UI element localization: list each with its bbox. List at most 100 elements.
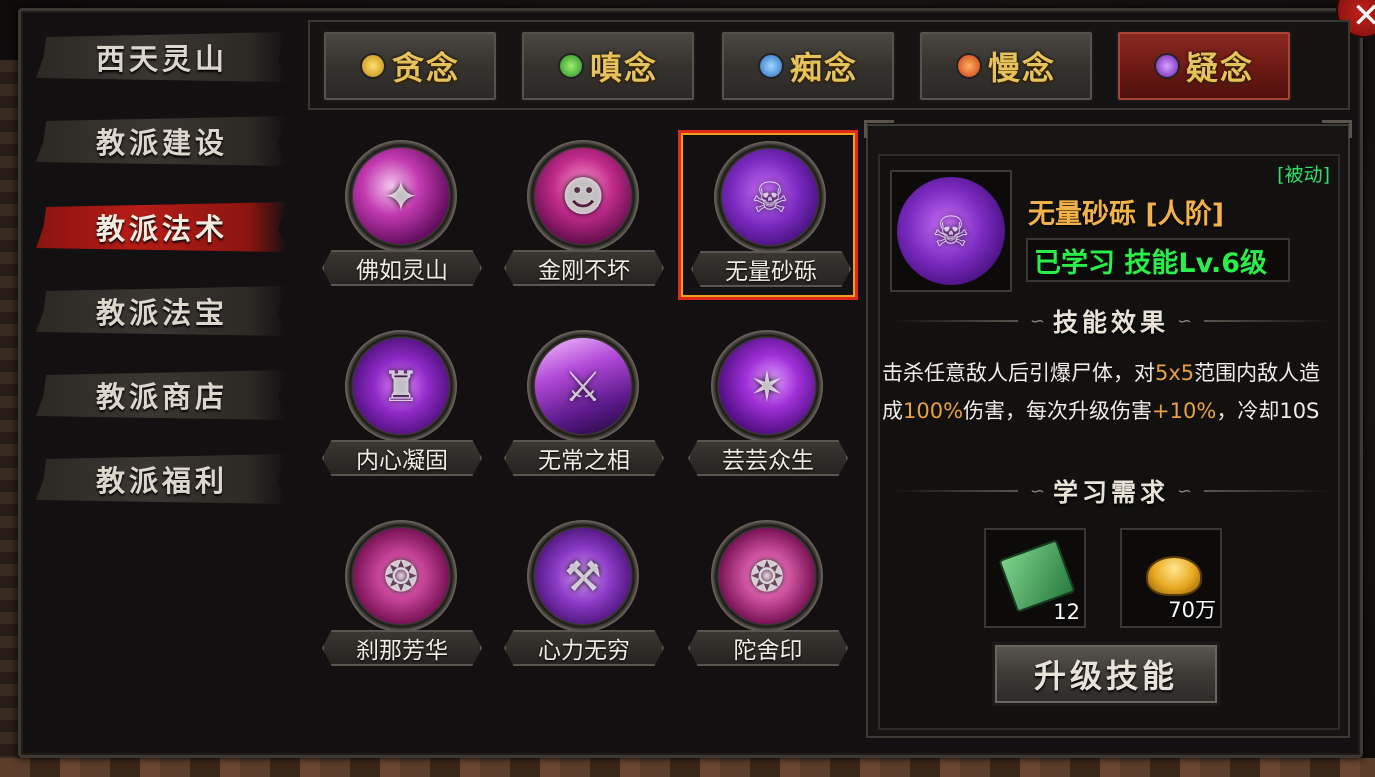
desc-text: 伤害，每次升级伤害: [963, 399, 1153, 423]
skill-ring: ♜: [345, 330, 457, 442]
ornament-icon: ∽: [1029, 480, 1045, 502]
skill-ring: ✦: [345, 140, 457, 252]
sidebar-item-sect-building[interactable]: 教派建设: [36, 116, 288, 166]
tab-label: 嗔念: [589, 49, 658, 87]
frame-corner: [1322, 120, 1352, 138]
sidebar-item-label: 教派商店: [95, 380, 228, 414]
selected-skill-icon-box: ☠: [890, 170, 1012, 292]
skill-ring: ❂: [711, 520, 823, 632]
skill-slot[interactable]: ⚒ 心力无穷: [494, 512, 674, 682]
sidebar-item-label: 教派福利: [95, 464, 228, 498]
skill-slot[interactable]: ✶ 芸芸众生: [678, 322, 858, 492]
skill-ring: ❂: [345, 520, 457, 632]
skill-name-plate: 心力无穷: [504, 630, 664, 666]
background-edge-bottom: [0, 758, 1375, 777]
skill-slot[interactable]: ⚔ 无常之相: [494, 322, 674, 492]
effect-heading: 技能效果: [1053, 308, 1170, 337]
ornament-icon: ∽: [1177, 480, 1193, 502]
skill-name-plate: 金刚不坏: [504, 250, 664, 286]
orange-gem-icon: [955, 53, 982, 79]
skill-name-plate: 佛如灵山: [322, 250, 482, 286]
desc-value: 5x5: [1155, 361, 1195, 385]
tab-doubt[interactable]: 疑念: [1116, 30, 1292, 102]
tab-label: 痴念: [789, 49, 858, 87]
hammer-icon: ⚒: [535, 528, 631, 624]
upgrade-skill-button[interactable]: 升级技能: [992, 642, 1220, 706]
skill-slot[interactable]: ♜ 内心凝固: [312, 322, 492, 492]
requirement-section-header: ∽ 学习需求 ∽: [880, 474, 1342, 508]
blue-gem-icon: [757, 53, 784, 79]
tab-bar: 贪念 嗔念 痴念 慢念 疑念: [308, 20, 1350, 110]
golem-icon: ♜: [353, 338, 449, 434]
skill-level-box: 已学习 技能Lv.6级: [1026, 238, 1290, 282]
upgrade-skill-label: 升级技能: [1033, 657, 1178, 695]
skill-name: 金刚不坏: [538, 258, 630, 284]
skill-name: 芸芸众生: [722, 448, 814, 474]
purple-gem-icon: [1153, 53, 1180, 79]
skill-detail-body: [被动] ☠ 无量砂砾 [人阶] 已学习 技能Lv.6级 ∽ 技能效果 ∽ 击杀…: [878, 154, 1340, 730]
sidebar-item-label: 教派法宝: [95, 296, 228, 330]
requirement-item-book[interactable]: 12: [984, 528, 1086, 628]
skulls-icon: ☠: [722, 149, 818, 245]
skill-slot[interactable]: ✦ 佛如灵山: [312, 132, 492, 302]
background-edge-left: [0, 60, 18, 760]
skill-ring: ✶: [711, 330, 823, 442]
skill-name: 无量砂砾: [725, 259, 817, 285]
burst-icon: ✦: [353, 148, 449, 244]
skill-ring: ⚔: [527, 330, 639, 442]
swords-rain-icon: ⚔: [535, 338, 631, 434]
gold-ingot-icon: [1146, 556, 1202, 596]
green-gem-icon: [557, 53, 584, 79]
requirement-qty: 12: [1053, 600, 1080, 624]
skill-slot[interactable]: ❂ 陀舍印: [678, 512, 858, 682]
skill-name-plate: 刹那芳华: [322, 630, 482, 666]
divider: [892, 320, 1018, 322]
skill-name: 内心凝固: [356, 448, 448, 474]
seal-icon: ❂: [719, 528, 815, 624]
skill-name: 无常之相: [538, 448, 630, 474]
skill-name: 佛如灵山: [356, 258, 448, 284]
divider: [1204, 490, 1331, 492]
sidebar-item-sect-welfare[interactable]: 教派福利: [36, 454, 288, 504]
tab-label: 慢念: [987, 49, 1056, 87]
sidebar-item-western-mountain[interactable]: 西天灵山: [36, 32, 288, 82]
skill-slot[interactable]: ❂ 刹那芳华: [312, 512, 492, 682]
skill-slot[interactable]: ☻ 金刚不坏: [494, 132, 674, 302]
skill-name-plate: 芸芸众生: [688, 440, 848, 476]
desc-text: 击杀任意敌人后引爆尸体，对: [882, 361, 1155, 385]
tab-pride[interactable]: 慢念: [918, 30, 1094, 102]
sidebar: 西天灵山 教派建设 教派法术 教派法宝 教派商店 教派福利: [28, 22, 298, 742]
skill-title: 无量砂砾 [人阶]: [1028, 199, 1225, 230]
sigil-icon: ❂: [353, 528, 449, 624]
skill-type-tag: [被动]: [1277, 164, 1330, 186]
requirement-qty: 70万: [1168, 598, 1216, 622]
effect-section-header: ∽ 技能效果 ∽: [880, 304, 1342, 338]
skill-name: 心力无穷: [538, 638, 630, 664]
skill-name: 刹那芳华: [356, 638, 448, 664]
skill-name-plate: 陀舍印: [688, 630, 848, 666]
close-icon: ✕: [1352, 0, 1375, 36]
ornament-icon: ∽: [1029, 310, 1045, 332]
game-window: ✕ 西天灵山 教派建设 教派法术 教派法宝 教派商店 教派福利 贪念 嗔念 痴念…: [0, 0, 1375, 777]
sidebar-item-sect-treasure[interactable]: 教派法宝: [36, 286, 288, 336]
tab-label: 疑念: [1185, 49, 1254, 87]
sidebar-item-label: 教派法术: [95, 212, 228, 246]
desc-value: 100%: [903, 399, 964, 423]
skill-slot-selected[interactable]: ☠ 无量砂砾: [678, 130, 858, 300]
skill-ring: ☠: [714, 141, 826, 253]
requirement-item-gold[interactable]: 70万: [1120, 528, 1222, 628]
skulls-icon: ☠: [897, 177, 1005, 285]
tab-anger[interactable]: 嗔念: [520, 30, 696, 102]
tab-greed[interactable]: 贪念: [322, 30, 498, 102]
tab-label: 贪念: [391, 49, 460, 87]
yellow-gem-icon: [359, 53, 386, 79]
sidebar-item-sect-spells[interactable]: 教派法术: [36, 202, 288, 252]
ornament-icon: ∽: [1177, 310, 1193, 332]
guardian-icon: ☻: [535, 148, 631, 244]
divider: [892, 490, 1018, 492]
tab-delusion[interactable]: 痴念: [720, 30, 896, 102]
sidebar-item-sect-shop[interactable]: 教派商店: [36, 370, 288, 420]
frame-corner: [864, 120, 894, 138]
desc-text: ，冷却10S: [1216, 399, 1320, 423]
skill-description: 击杀任意敌人后引爆尸体，对5x5范围内敌人造成100%伤害，每次升级伤害+10%…: [882, 354, 1340, 430]
